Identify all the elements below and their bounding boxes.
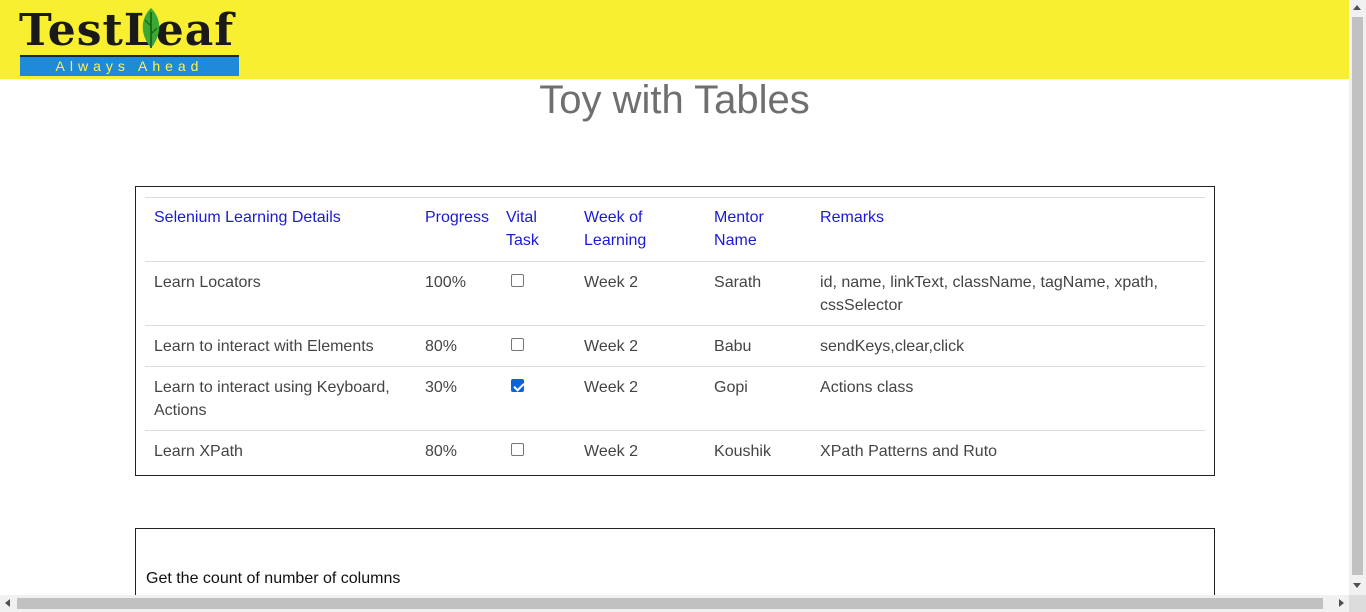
- vital-task-checkbox[interactable]: [511, 338, 525, 351]
- logo-wordmark: TestLeaf: [19, 5, 235, 56]
- header-progress: Progress: [425, 209, 490, 226]
- site-header: TestLeaf Always Ahead: [0, 0, 1349, 79]
- cell-details: Learn Locators: [154, 274, 261, 291]
- cell-details: Learn to interact using Keyboard, Action…: [154, 379, 390, 419]
- cell-details: Learn to interact with Elements: [154, 338, 374, 355]
- cell-vital-task: [497, 367, 575, 431]
- cell-remarks: Actions class: [820, 379, 914, 396]
- table-row: Learn to interact using Keyboard, Action…: [145, 366, 1205, 431]
- cell-vital-task: [497, 326, 575, 367]
- scroll-right-arrow-icon[interactable]: [1339, 599, 1344, 607]
- logo-tagline: Always Ahead: [55, 58, 204, 74]
- header-remarks: Remarks: [820, 209, 885, 226]
- cell-remarks: XPath Patterns and Ruto: [820, 443, 998, 460]
- cell-week: Week 2: [584, 338, 638, 355]
- header-learning-details: Selenium Learning Details: [154, 209, 341, 226]
- cell-progress: 80%: [425, 443, 458, 460]
- header-week-of-learning: Week of Learning: [584, 209, 647, 249]
- cell-progress: 30%: [425, 379, 458, 396]
- horizontal-scroll-thumb[interactable]: [17, 598, 1323, 609]
- table-header-row: Selenium Learning Details Progress Vital…: [145, 197, 1205, 262]
- table-row: Learn XPath 80% Week 2 Koushik XPath Pat…: [145, 430, 1205, 472]
- vital-task-checkbox[interactable]: [511, 443, 525, 456]
- scroll-down-arrow-icon[interactable]: [1353, 583, 1361, 588]
- testleaf-logo[interactable]: TestLeaf Always Ahead: [19, 4, 239, 76]
- cell-mentor: Babu: [714, 338, 752, 355]
- cell-progress: 80%: [425, 338, 458, 355]
- vital-task-checkbox[interactable]: [511, 379, 525, 392]
- cell-vital-task: [497, 431, 575, 472]
- cell-remarks: id, name, linkText, className, tagName, …: [820, 274, 1158, 314]
- cell-vital-task: [497, 262, 575, 326]
- cell-progress: 100%: [425, 274, 466, 291]
- page-title: Toy with Tables: [539, 78, 810, 122]
- scroll-up-arrow-icon[interactable]: [1353, 5, 1361, 10]
- cell-remarks: sendKeys,clear,click: [820, 338, 965, 355]
- vital-task-checkbox[interactable]: [511, 274, 525, 287]
- cell-week: Week 2: [584, 443, 638, 460]
- leaf-icon: [142, 8, 160, 48]
- cell-week: Week 2: [584, 379, 638, 396]
- header-mentor-name: Mentor Name: [714, 209, 764, 249]
- cell-week: Week 2: [584, 274, 638, 291]
- vertical-scrollbar[interactable]: [1349, 0, 1366, 595]
- question-column-count: Get the count of number of columns: [146, 570, 401, 587]
- cell-mentor: Sarath: [714, 274, 762, 291]
- cell-mentor: Gopi: [714, 379, 748, 396]
- horizontal-scrollbar[interactable]: [0, 595, 1349, 612]
- logo-tagline-bar: Always Ahead: [20, 55, 239, 76]
- table-row: Learn to interact with Elements 80% Week…: [145, 325, 1205, 367]
- cell-details: Learn XPath: [154, 443, 243, 460]
- scroll-left-arrow-icon[interactable]: [5, 599, 10, 607]
- header-vital-task: Vital Task: [506, 209, 539, 249]
- scrollbar-corner: [1349, 595, 1366, 612]
- table-row: Learn Locators 100% Week 2 Sarath id, na…: [145, 261, 1205, 326]
- learning-table-container: Selenium Learning Details Progress Vital…: [135, 186, 1215, 476]
- vertical-scroll-thumb[interactable]: [1352, 17, 1363, 575]
- learning-table: Selenium Learning Details Progress Vital…: [145, 197, 1205, 471]
- cell-mentor: Koushik: [714, 443, 771, 460]
